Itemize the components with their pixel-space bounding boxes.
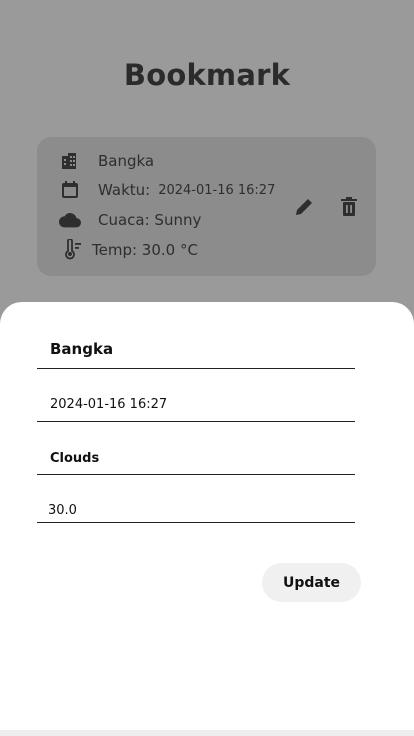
bookmark-card: Bangka Waktu: 2024-01-16 16:27 Cuaca: Su… — [37, 137, 376, 276]
time-row: Waktu: 2024-01-16 16:27 — [59, 179, 275, 201]
weather-row: Cuaca: Sunny — [59, 209, 201, 231]
calendar-icon — [59, 179, 81, 201]
time-input[interactable] — [37, 394, 368, 415]
time-field[interactable] — [37, 393, 368, 422]
time-label: Waktu: — [98, 181, 151, 199]
weather-text: Cuaca: Sunny — [98, 211, 202, 229]
city-field[interactable] — [37, 338, 368, 369]
card-actions — [294, 197, 358, 221]
city-name: Bangka — [98, 152, 155, 170]
time-value: 2024-01-16 16:27 — [158, 182, 276, 198]
temp-input[interactable] — [37, 500, 366, 521]
edit-icon[interactable] — [294, 197, 314, 221]
update-button[interactable]: Update — [262, 563, 361, 602]
cloud-icon — [59, 209, 81, 231]
page-title: Bookmark — [123, 58, 291, 92]
bottom-bar — [0, 730, 414, 736]
city-icon — [59, 150, 81, 172]
temp-text: Temp: 30.0 °C — [92, 241, 198, 259]
city-row: Bangka — [59, 150, 154, 172]
city-input[interactable] — [37, 338, 368, 360]
temp-row: Temp: 30.0 °C — [62, 239, 198, 261]
thermometer-icon — [62, 239, 84, 261]
bookmark-screen: Bookmark Bangka Waktu: 2024-01-16 16:27 … — [0, 0, 414, 736]
weather-field[interactable] — [37, 447, 368, 475]
delete-icon[interactable] — [340, 197, 358, 221]
weather-input[interactable] — [37, 448, 368, 469]
temp-field[interactable] — [37, 499, 366, 523]
